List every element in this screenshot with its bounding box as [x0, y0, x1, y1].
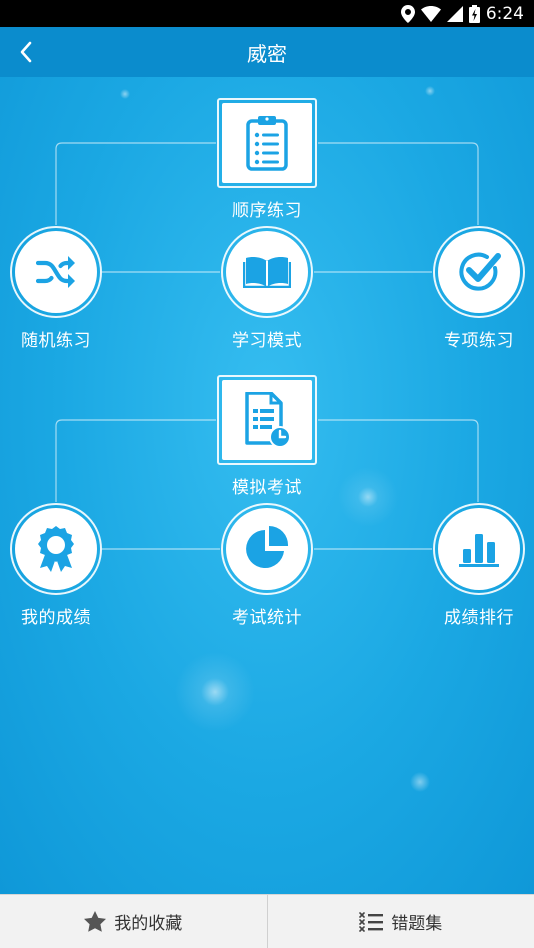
- study-mode-button[interactable]: 学习模式: [221, 226, 313, 351]
- app-bar: 威密: [0, 27, 534, 77]
- favorites-label: 我的收藏: [114, 914, 183, 934]
- favorites-button[interactable]: 我的收藏: [0, 895, 267, 948]
- list-x-icon: [359, 911, 384, 932]
- bottom-bar: 我的收藏 错题集: [0, 894, 534, 948]
- topic-practice-label: 专项练习: [444, 331, 514, 351]
- mock-exam-button[interactable]: 模拟考试: [217, 375, 317, 498]
- back-button[interactable]: [6, 32, 46, 72]
- wifi-icon: [420, 5, 441, 22]
- star-icon: [84, 911, 107, 932]
- status-bar: 6:24: [0, 0, 534, 27]
- score-ranking-button[interactable]: 成绩排行: [433, 503, 525, 628]
- check-circle-icon: [459, 252, 501, 291]
- pie-chart-icon: [246, 526, 289, 568]
- my-scores-label: 我的成绩: [21, 608, 91, 628]
- battery-icon: [468, 4, 480, 23]
- exam-paper-clock-icon: [245, 392, 291, 448]
- my-scores-button[interactable]: 我的成绩: [10, 503, 102, 628]
- mock-exam-label: 模拟考试: [232, 478, 302, 498]
- shuffle-icon: [36, 256, 75, 288]
- exam-stats-button[interactable]: 考试统计: [221, 503, 313, 628]
- random-practice-button[interactable]: 随机练习: [10, 226, 102, 351]
- status-time: 6:24: [485, 3, 524, 24]
- topic-practice-button[interactable]: 专项练习: [433, 226, 525, 351]
- exam-stats-label: 考试统计: [232, 608, 302, 628]
- main-menu: 顺序练习 随机练习 学习模式 专项练习 模拟考试 我的成绩 考试统计 成绩排行: [0, 77, 534, 894]
- bar-chart-icon: [459, 534, 499, 567]
- study-mode-label: 学习模式: [232, 331, 302, 351]
- chevron-left-icon: [20, 41, 32, 63]
- clipboard-list-icon: [246, 116, 288, 171]
- score-ranking-label: 成绩排行: [444, 608, 514, 628]
- award-ribbon-icon: [38, 526, 74, 572]
- location-icon: [400, 4, 415, 23]
- signal-icon: [446, 5, 463, 22]
- wrong-questions-label: 错题集: [391, 914, 443, 934]
- wrong-questions-button[interactable]: 错题集: [268, 895, 534, 948]
- random-practice-label: 随机练习: [21, 331, 91, 351]
- sequential-practice-button[interactable]: 顺序练习: [217, 98, 317, 221]
- open-book-icon: [243, 257, 291, 288]
- sequential-practice-label: 顺序练习: [232, 201, 302, 221]
- page-title: 威密: [247, 41, 287, 66]
